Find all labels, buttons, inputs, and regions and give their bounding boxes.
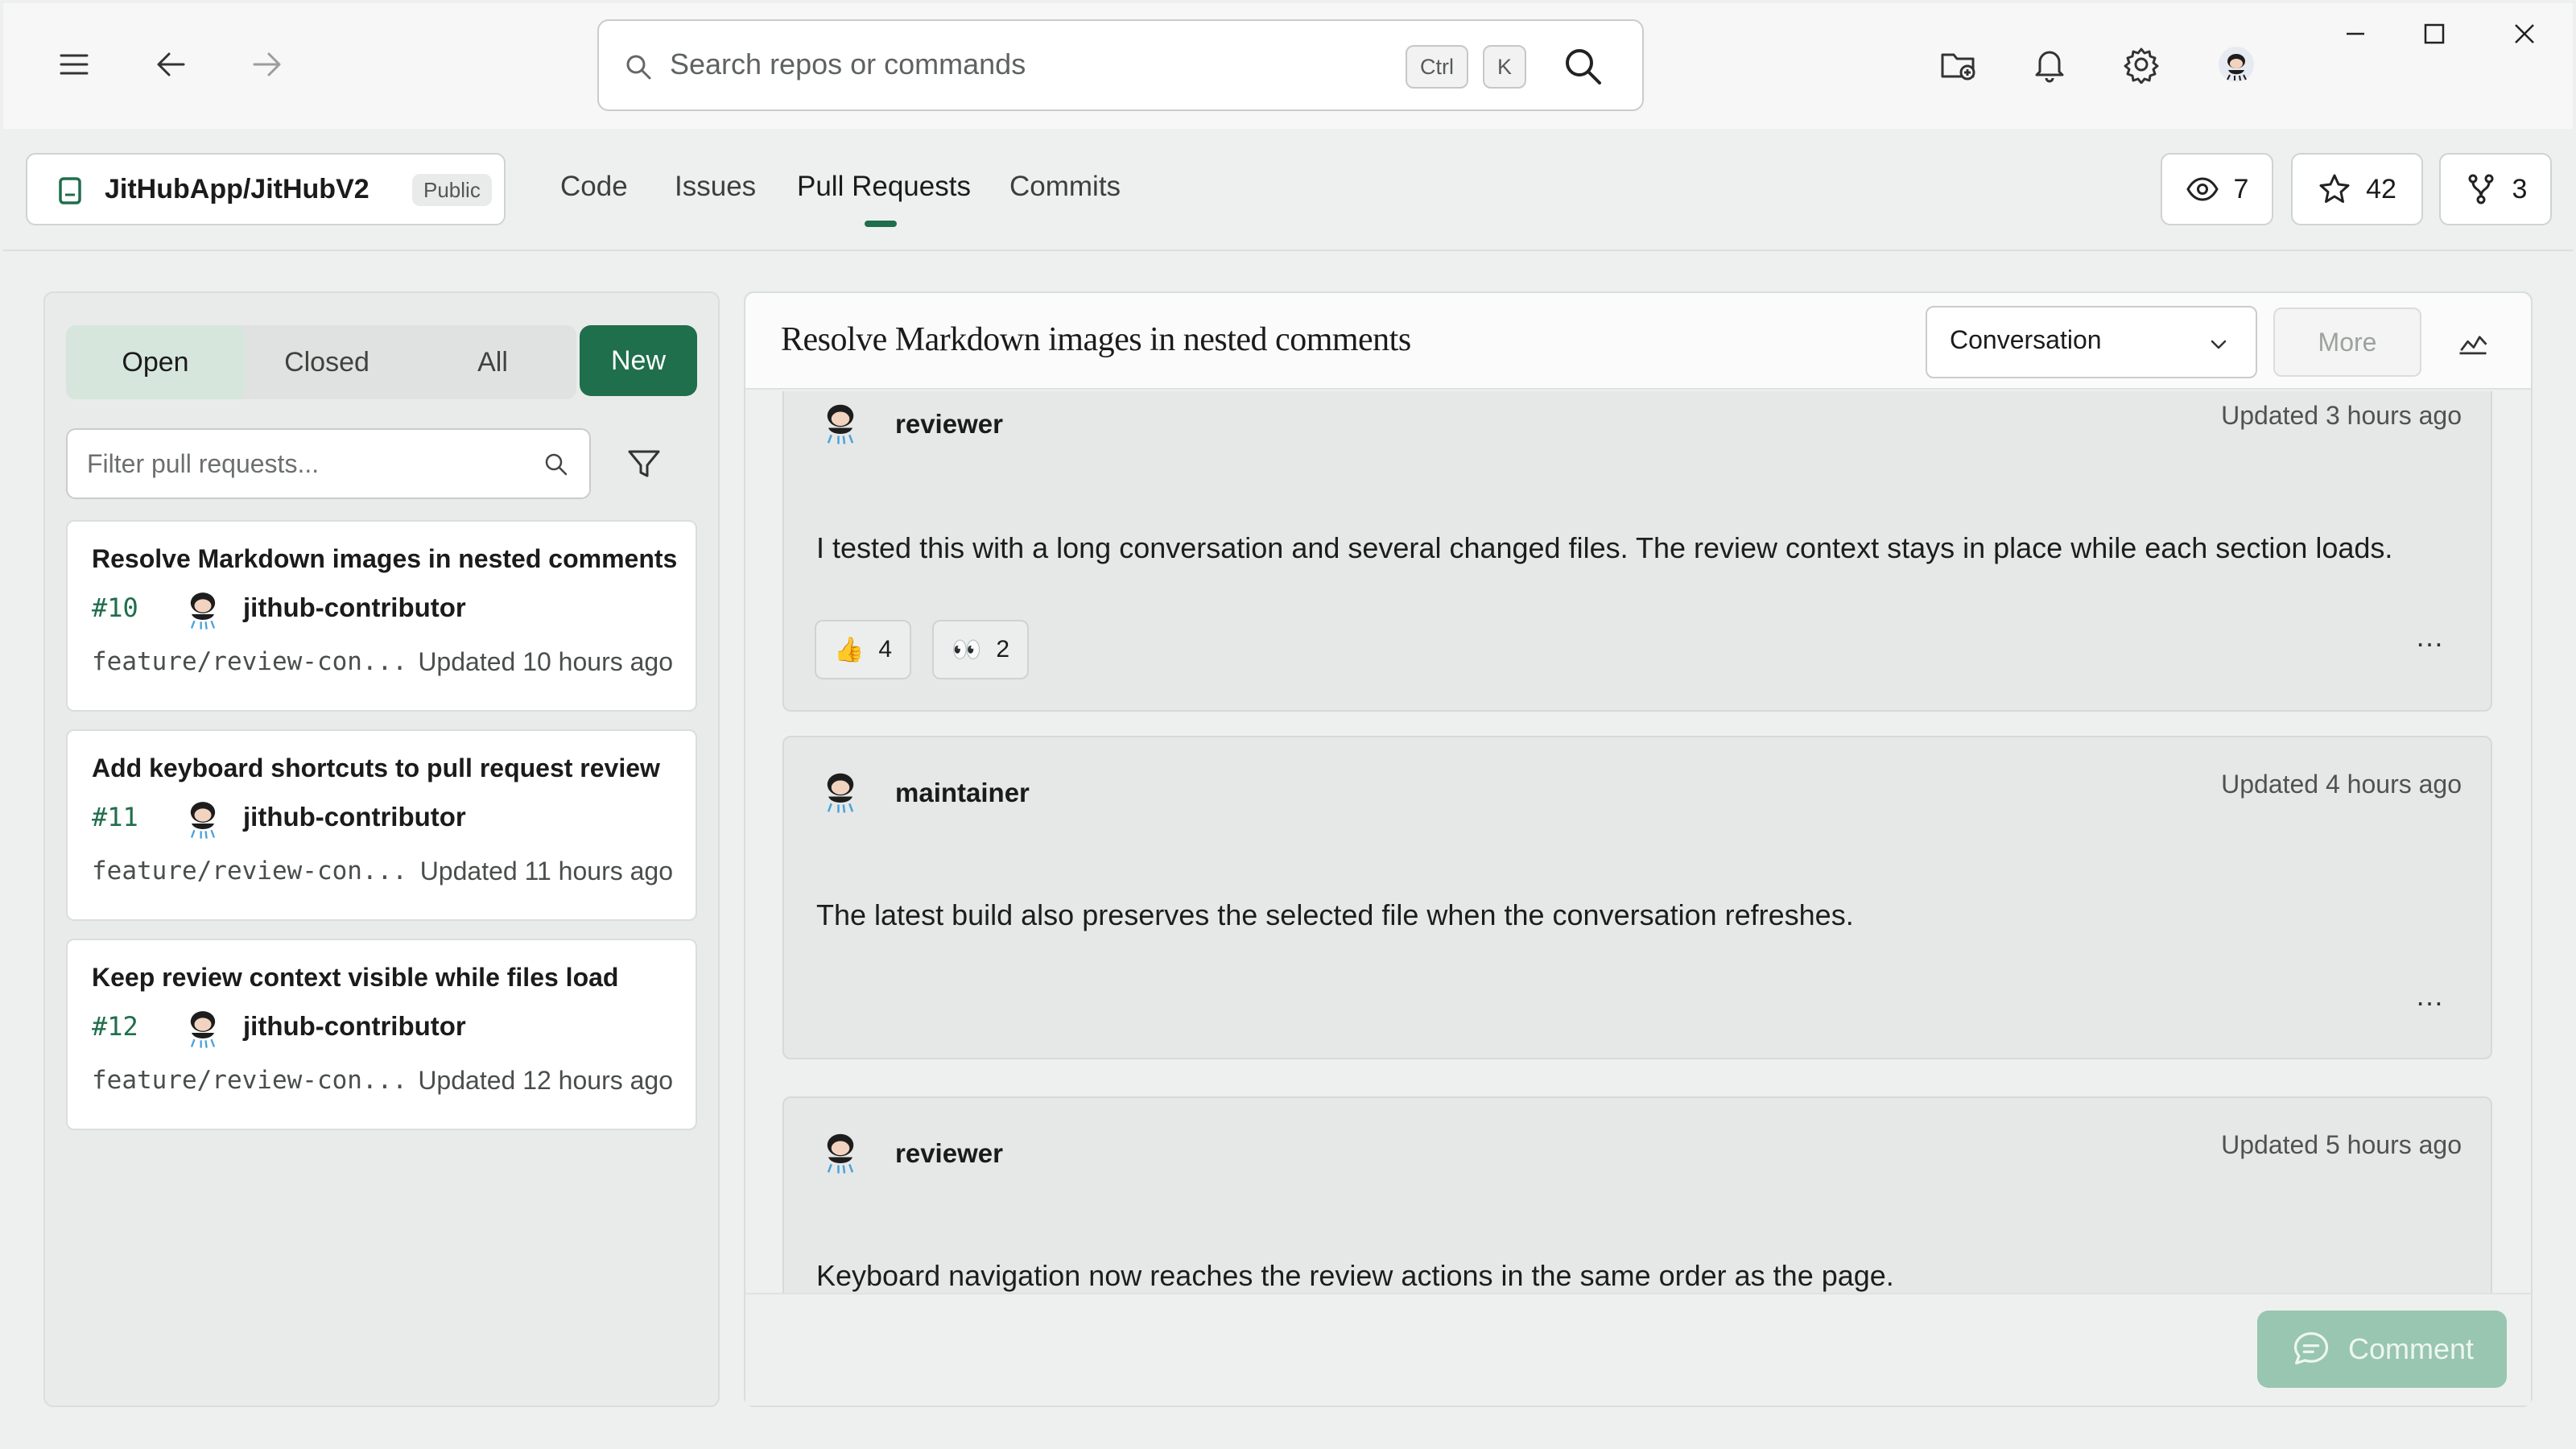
new-pull-request-button[interactable]: New bbox=[580, 325, 697, 396]
author-avatar bbox=[190, 802, 216, 839]
comment-updated: Updated 5 hours ago bbox=[2221, 1130, 2462, 1159]
tab-pull-requests[interactable]: Pull Requests bbox=[797, 171, 971, 203]
conversation-timeline: reviewer Updated 3 hours ago I tested th… bbox=[745, 391, 2531, 1293]
search-input[interactable]: Search repos or commands bbox=[670, 47, 1026, 81]
eye-icon bbox=[2186, 177, 2219, 201]
watchers-button[interactable]: 7 bbox=[2161, 153, 2273, 225]
pr-list-item[interactable]: Keep review context visible while files … bbox=[66, 939, 697, 1130]
shortcut-k-key: K bbox=[1483, 45, 1527, 89]
forward-arrow-icon[interactable] bbox=[233, 31, 301, 98]
pr-title: Add keyboard shortcuts to pull request r… bbox=[92, 753, 660, 782]
pr-title: Resolve Markdown images in nested commen… bbox=[92, 544, 678, 573]
comment-author: reviewer bbox=[895, 1138, 1003, 1168]
pr-list-item[interactable]: Add keyboard shortcuts to pull request r… bbox=[66, 729, 697, 921]
reaction-thumbs-up[interactable]: 👍 4 bbox=[815, 620, 912, 679]
pr-branch: feature/review-con... bbox=[92, 1066, 407, 1095]
comment-author-avatar bbox=[827, 773, 854, 813]
new-repo-folder-icon[interactable] bbox=[1924, 31, 1992, 98]
comment-card: reviewer Updated 3 hours ago I tested th… bbox=[782, 391, 2492, 712]
comment-more-options-icon[interactable]: … bbox=[2415, 620, 2446, 654]
search-box[interactable]: Search repos or commands Ctrl K bbox=[597, 19, 1644, 111]
comment-updated: Updated 3 hours ago bbox=[2221, 401, 2462, 430]
reaction-count: 4 bbox=[878, 636, 893, 663]
comment-updated: Updated 4 hours ago bbox=[2221, 770, 2462, 799]
author-avatar bbox=[190, 592, 216, 630]
comment-button-label: Comment bbox=[2347, 1332, 2475, 1365]
author-avatar bbox=[190, 1011, 216, 1048]
back-arrow-icon[interactable] bbox=[137, 31, 204, 98]
comment-author-avatar bbox=[827, 1133, 854, 1174]
pr-number: #10 bbox=[92, 592, 138, 623]
comment-author: maintainer bbox=[895, 778, 1030, 807]
repo-visibility-badge: Public bbox=[412, 174, 492, 206]
reaction-count: 2 bbox=[996, 636, 1010, 663]
stars-count: 42 bbox=[2366, 173, 2396, 204]
pr-number: #11 bbox=[92, 802, 138, 832]
repo-selector[interactable]: JitHubApp/JitHubV2 Public bbox=[26, 153, 506, 225]
chevron-down-icon bbox=[2211, 340, 2227, 349]
pr-updated: Updated 10 hours ago bbox=[418, 647, 673, 676]
user-avatar[interactable] bbox=[2202, 31, 2270, 98]
tab-issues[interactable]: Issues bbox=[675, 171, 756, 203]
watchers-count: 7 bbox=[2233, 173, 2249, 204]
pr-author: jithub-contributor bbox=[243, 1011, 466, 1041]
pr-author: jithub-contributor bbox=[243, 802, 466, 832]
pr-author: jithub-contributor bbox=[243, 592, 466, 622]
minimize-window-icon[interactable] bbox=[2322, 0, 2389, 68]
filter-search-icon bbox=[545, 453, 568, 476]
pr-updated: Updated 12 hours ago bbox=[418, 1066, 673, 1095]
insights-chart-icon[interactable] bbox=[2447, 319, 2499, 367]
pr-branch: feature/review-con... bbox=[92, 647, 407, 676]
pr-title: Keep review context visible while files … bbox=[92, 963, 619, 992]
comment-body: The latest build also preserves the sele… bbox=[816, 898, 1854, 931]
more-button[interactable]: More bbox=[2273, 308, 2421, 377]
tab-code[interactable]: Code bbox=[560, 171, 628, 203]
search-small-icon bbox=[626, 55, 651, 80]
comment-more-options-icon[interactable]: … bbox=[2415, 979, 2446, 1013]
filter-funnel-icon[interactable] bbox=[625, 444, 663, 483]
forks-count: 3 bbox=[2512, 173, 2528, 204]
filter-closed[interactable]: Closed bbox=[245, 325, 409, 399]
fork-icon bbox=[2468, 174, 2494, 204]
thumbs-up-emoji-icon: 👍 bbox=[834, 636, 865, 663]
notifications-bell-icon[interactable] bbox=[2016, 31, 2083, 98]
pr-number: #12 bbox=[92, 1011, 138, 1042]
star-icon bbox=[2319, 174, 2350, 203]
filter-placeholder: Filter pull requests... bbox=[87, 449, 320, 478]
settings-gear-icon[interactable] bbox=[2107, 31, 2175, 98]
header-divider bbox=[3, 250, 2573, 251]
comment-author-avatar bbox=[827, 404, 854, 444]
pr-list-item[interactable]: Resolve Markdown images in nested commen… bbox=[66, 520, 697, 712]
menu-icon[interactable] bbox=[40, 31, 108, 98]
shortcut-ctrl-key: Ctrl bbox=[1406, 45, 1468, 89]
filter-open[interactable]: Open bbox=[66, 325, 245, 399]
maximize-window-icon[interactable] bbox=[2401, 0, 2468, 68]
filter-pull-requests-input[interactable]: Filter pull requests... bbox=[66, 428, 591, 499]
reaction-eyes[interactable]: 👀 2 bbox=[932, 620, 1030, 679]
forks-button[interactable]: 3 bbox=[2439, 153, 2552, 225]
search-icon[interactable] bbox=[1562, 45, 1605, 89]
comment-card: reviewer Updated 5 hours ago Keyboard na… bbox=[782, 1096, 2492, 1293]
pr-updated: Updated 11 hours ago bbox=[419, 857, 673, 886]
close-window-icon[interactable] bbox=[2491, 0, 2558, 68]
repo-name: JitHubApp/JitHubV2 bbox=[105, 174, 369, 204]
pr-state-filter: Open Closed All bbox=[66, 325, 576, 399]
comment-button[interactable]: Comment bbox=[2257, 1311, 2507, 1388]
tab-commits[interactable]: Commits bbox=[1009, 171, 1121, 203]
stars-button[interactable]: 42 bbox=[2291, 153, 2423, 225]
comment-body: Keyboard navigation now reaches the revi… bbox=[816, 1259, 1894, 1292]
view-selector-dropdown[interactable]: Conversation bbox=[1926, 306, 2257, 378]
pr-branch: feature/review-con... bbox=[92, 857, 407, 886]
view-selector-value: Conversation bbox=[1950, 325, 2102, 354]
comment-body: I tested this with a long conversation a… bbox=[816, 531, 2393, 564]
comment-bubble-icon bbox=[2293, 1331, 2329, 1364]
repo-book-icon bbox=[59, 177, 81, 204]
active-tab-indicator bbox=[865, 221, 897, 227]
filter-all[interactable]: All bbox=[409, 325, 576, 399]
eyes-emoji-icon: 👀 bbox=[952, 636, 982, 663]
comment-author: reviewer bbox=[895, 409, 1003, 439]
comment-card: maintainer Updated 4 hours ago The lates… bbox=[782, 736, 2492, 1059]
pr-detail-title: Resolve Markdown images in nested commen… bbox=[781, 321, 1411, 358]
